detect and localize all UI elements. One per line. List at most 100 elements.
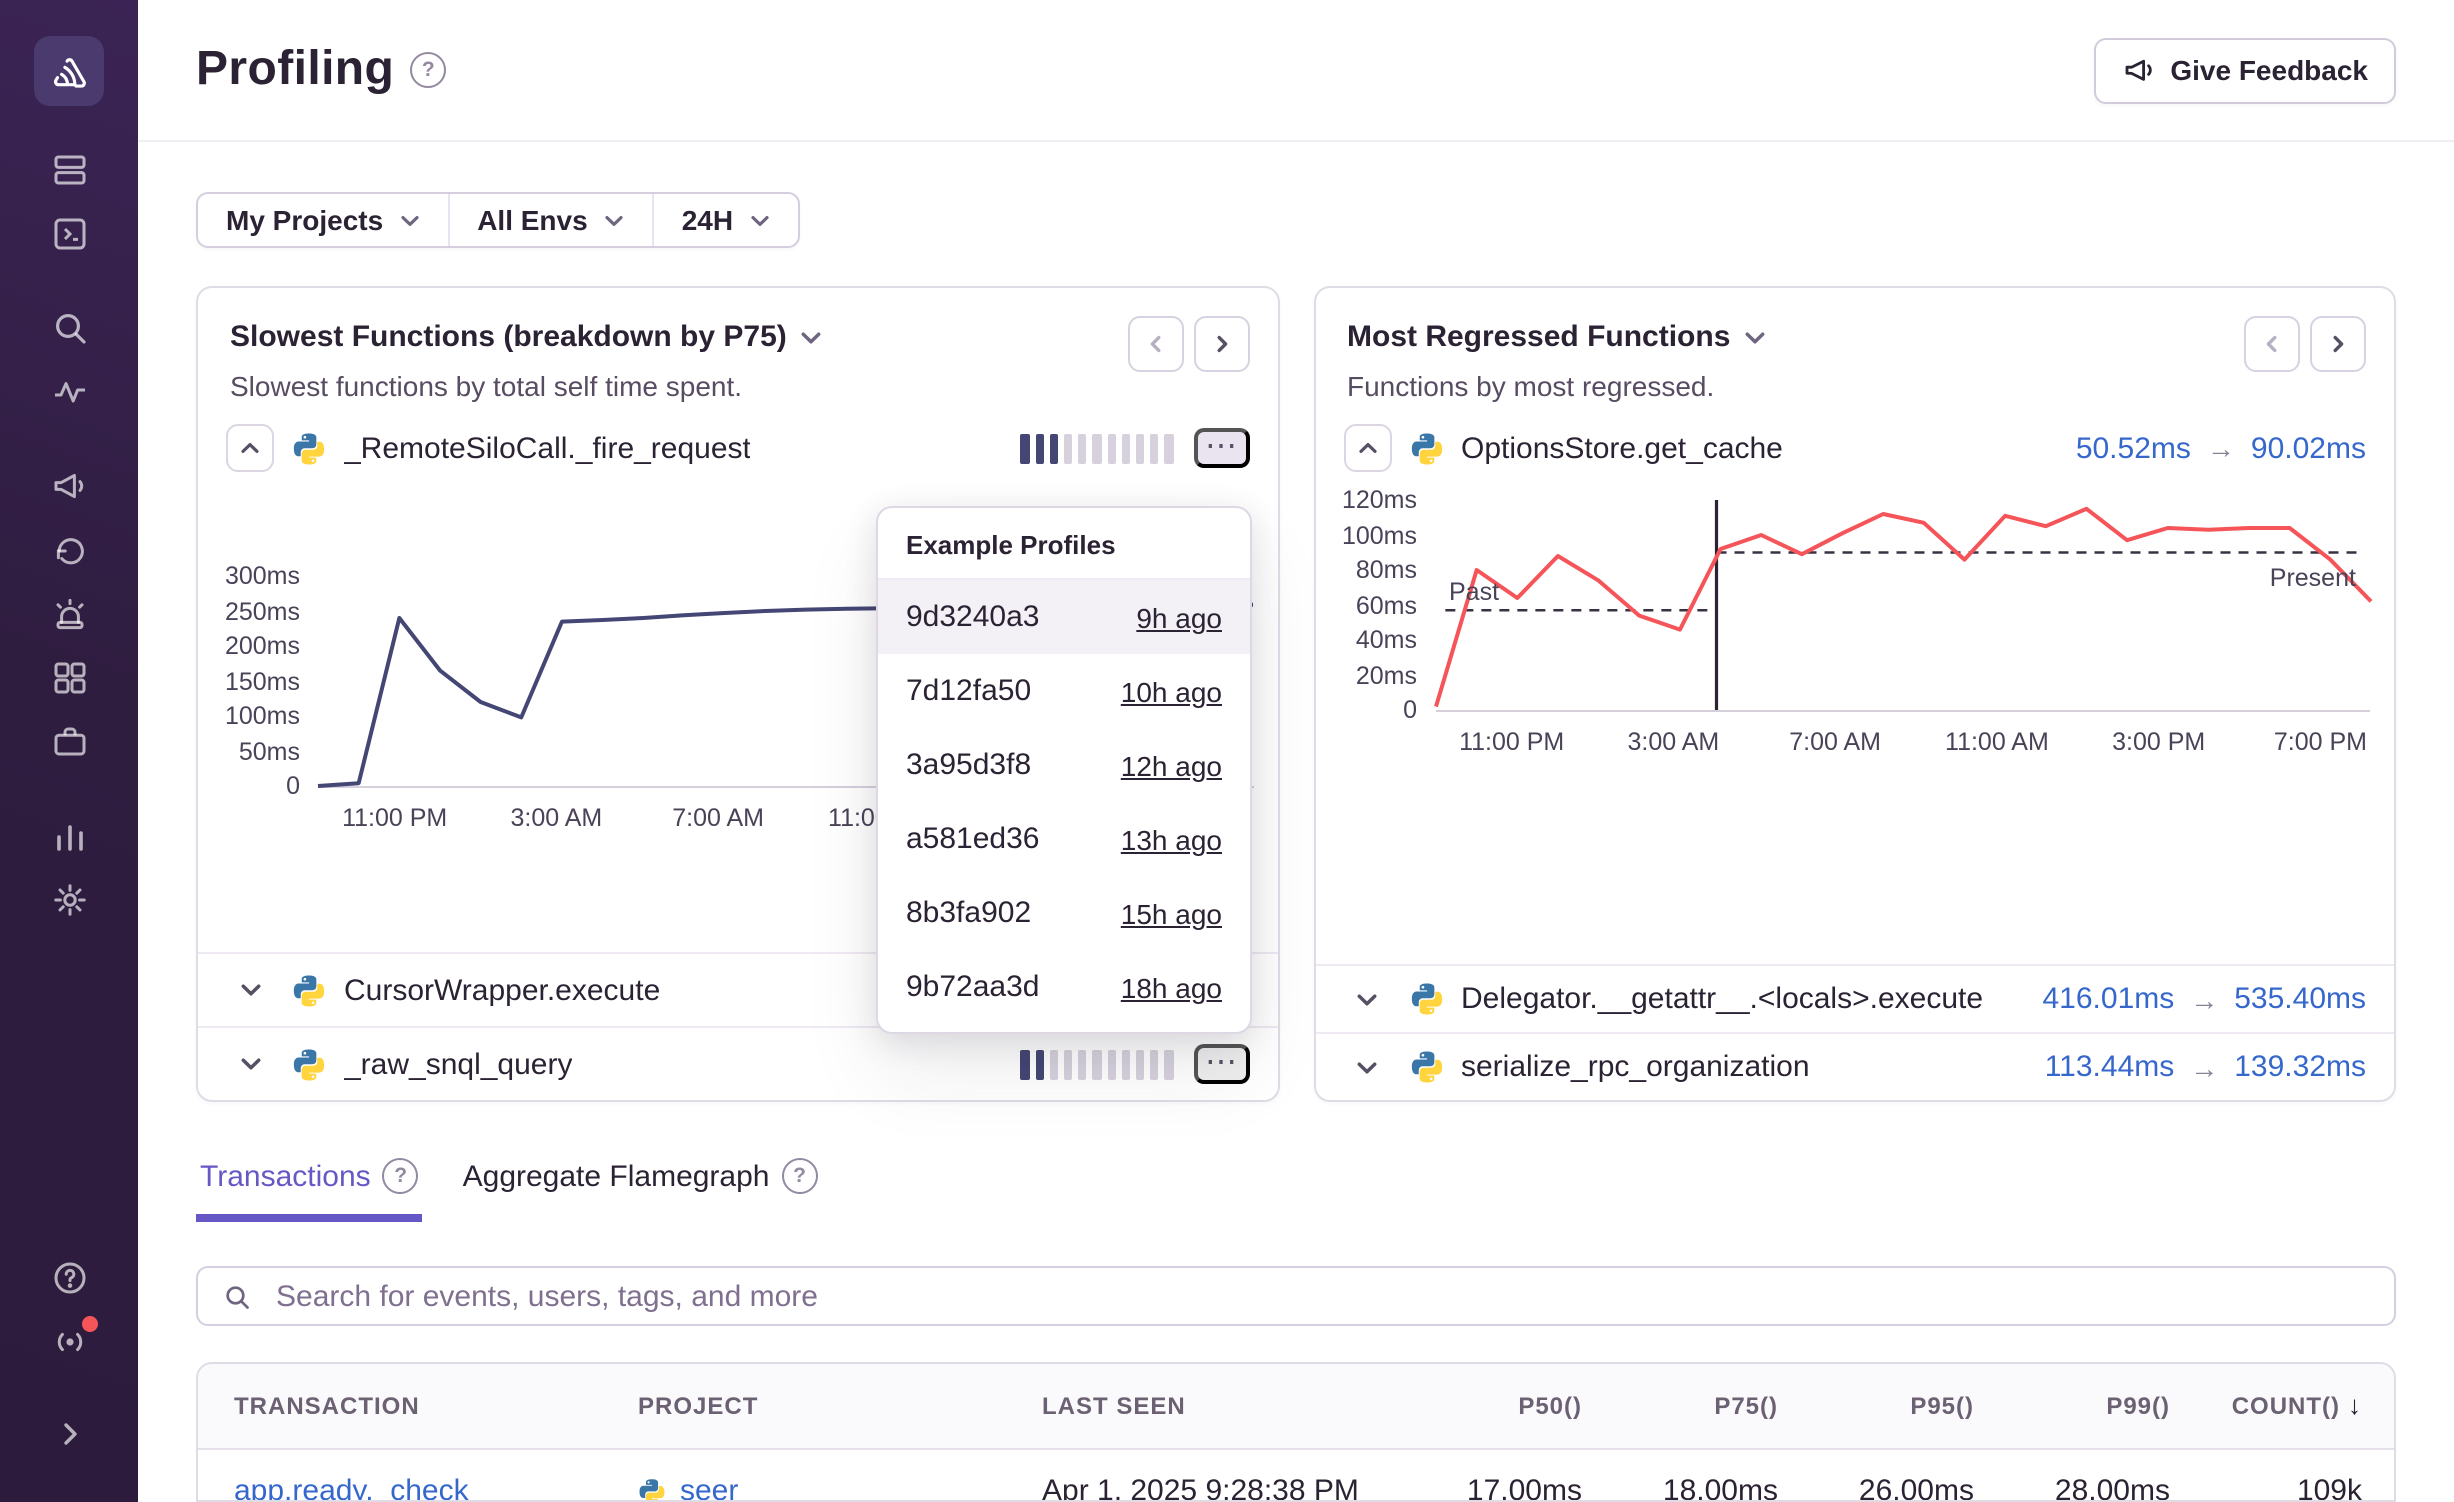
profile-id: 8b3fa902 [906, 897, 1031, 931]
chevron-down-icon [749, 213, 769, 227]
expand-row-button[interactable] [1343, 992, 1391, 1008]
notification-dot [81, 1316, 97, 1332]
function-name[interactable]: _raw_snql_query [344, 1048, 573, 1082]
feedback-icon[interactable] [49, 466, 89, 506]
profile-menu-item[interactable]: 7d12fa50 10h ago [878, 655, 1250, 729]
after-duration-link[interactable]: 90.02ms [2251, 432, 2366, 466]
card-title[interactable]: Slowest Functions (breakdown by P75) [230, 321, 787, 355]
card-title[interactable]: Most Regressed Functions [1347, 321, 1730, 355]
explore-icon[interactable] [49, 214, 89, 254]
expand-row-button[interactable] [1343, 1060, 1391, 1076]
next-page-button[interactable] [2310, 317, 2366, 373]
profile-menu-item[interactable]: a581ed36 13h ago [878, 803, 1250, 877]
profile-age-link[interactable]: 9h ago [1136, 602, 1222, 634]
python-icon [1409, 1051, 1443, 1085]
environments-filter-label: All Envs [477, 204, 588, 236]
row-actions-button[interactable] [1193, 429, 1249, 469]
column-header-count[interactable]: COUNT() [2170, 1391, 2394, 1421]
settings-icon[interactable] [49, 880, 89, 920]
column-header-p99[interactable]: P99() [1974, 1392, 2170, 1420]
collapse-row-button[interactable] [226, 425, 274, 473]
profile-age-link[interactable]: 15h ago [1121, 898, 1222, 930]
profile-age-link[interactable]: 18h ago [1121, 972, 1222, 1004]
prev-page-button[interactable] [1127, 317, 1183, 373]
project-cell[interactable]: seer [602, 1475, 1006, 1502]
table-row: app.ready._check seer Apr 1, 2025 9:28:3… [198, 1450, 2394, 1502]
column-header-p95[interactable]: P95() [1778, 1392, 1974, 1420]
project-link[interactable]: seer [680, 1475, 738, 1502]
p95-cell: 26.00ms [1778, 1475, 1974, 1502]
card-subtitle: Functions by most regressed. [1347, 371, 2362, 403]
expand-row-button[interactable] [226, 983, 274, 999]
after-duration-link[interactable]: 535.40ms [2234, 983, 2366, 1017]
stats-icon[interactable] [49, 816, 89, 856]
time-range-filter[interactable]: 24H [652, 194, 797, 247]
profile-age-link[interactable]: 12h ago [1121, 750, 1222, 782]
function-name[interactable]: Delegator.__getattr__.<locals>.execute [1461, 983, 1983, 1017]
count-cell: 109k [2170, 1475, 2394, 1502]
y-axis-labels: 120ms100ms80ms60ms40ms20ms0 [1331, 501, 1435, 711]
projects-icon[interactable] [49, 722, 89, 762]
next-page-button[interactable] [1193, 317, 1249, 373]
regression-delta: 50.52ms 90.02ms [2076, 432, 2366, 466]
chart-plot: PastPresent [1435, 501, 2370, 713]
projects-filter[interactable]: My Projects [198, 194, 447, 247]
flamegraph-help-icon[interactable] [782, 1159, 818, 1195]
function-row: _raw_snql_query [198, 1027, 1277, 1101]
profile-age-link[interactable]: 10h ago [1121, 676, 1222, 708]
function-name[interactable]: OptionsStore.get_cache [1461, 432, 1783, 466]
profile-age-link[interactable]: 13h ago [1121, 824, 1222, 856]
tab-bar: Transactions Aggregate Flamegraph [196, 1159, 2396, 1223]
regression-delta: 113.44ms 139.32ms [2045, 1051, 2366, 1085]
before-duration-link[interactable]: 416.01ms [2043, 983, 2175, 1017]
function-name[interactable]: CursorWrapper.execute [344, 974, 660, 1008]
transactions-help-icon[interactable] [383, 1159, 419, 1195]
row-actions-button[interactable] [1193, 1045, 1249, 1085]
before-duration-link[interactable]: 113.44ms [2045, 1051, 2175, 1085]
arrow-right-icon [2190, 984, 2218, 1016]
tab-aggregate-flamegraph[interactable]: Aggregate Flamegraph [459, 1159, 822, 1223]
profile-id: 9b72aa3d [906, 971, 1040, 1005]
help-icon[interactable] [49, 1258, 89, 1298]
tab-transactions[interactable]: Transactions [196, 1159, 423, 1223]
profile-menu-item[interactable]: 9d3240a3 9h ago [878, 581, 1250, 655]
transaction-link[interactable]: app.ready._check [234, 1475, 469, 1502]
slowest-functions-card: Slowest Functions (breakdown by P75) Slo… [196, 287, 1279, 1103]
before-duration-link[interactable]: 50.52ms [2076, 432, 2191, 466]
replays-icon[interactable] [49, 530, 89, 570]
profiling-help-icon[interactable] [410, 52, 446, 88]
profile-sparkline [1021, 1050, 1173, 1080]
function-row: Delegator.__getattr__.<locals>.execute 4… [1315, 965, 2394, 1033]
page-title: Profiling [196, 42, 394, 98]
transaction-cell[interactable]: app.ready._check [198, 1475, 602, 1502]
example-profiles-dropdown: Example Profiles 9d3240a3 9h ago 7d12fa5… [876, 507, 1252, 1035]
column-header-p50[interactable]: P50() [1386, 1392, 1582, 1420]
function-name[interactable]: serialize_rpc_organization [1461, 1051, 1810, 1085]
column-header-last-seen: LAST SEEN [1006, 1392, 1386, 1420]
traces-icon[interactable] [49, 372, 89, 412]
give-feedback-label: Give Feedback [2170, 54, 2368, 86]
collapse-row-button[interactable] [1343, 425, 1391, 473]
whats-new-icon[interactable] [49, 1322, 89, 1362]
alerts-icon[interactable] [49, 594, 89, 634]
sentry-logo[interactable] [34, 36, 104, 106]
profile-menu-item[interactable]: 8b3fa902 15h ago [878, 877, 1250, 951]
profile-menu-item[interactable]: 3a95d3f8 12h ago [878, 729, 1250, 803]
after-duration-link[interactable]: 139.32ms [2234, 1051, 2366, 1085]
column-header-p75[interactable]: P75() [1582, 1392, 1778, 1420]
prev-page-button[interactable] [2244, 317, 2300, 373]
give-feedback-button[interactable]: Give Feedback [2094, 37, 2396, 103]
search-icon[interactable] [49, 308, 89, 348]
most-regressed-card: Most Regressed Functions Functions by mo… [1313, 287, 2396, 1103]
search-input[interactable] [272, 1277, 2370, 1315]
function-name[interactable]: _RemoteSiloCall._fire_request [344, 432, 751, 466]
sidebar-expand-icon[interactable] [49, 1414, 89, 1454]
environments-filter[interactable]: All Envs [447, 194, 652, 247]
issues-icon[interactable] [49, 150, 89, 190]
profile-menu-item[interactable]: 9b72aa3d 18h ago [878, 951, 1250, 1025]
search-bar [196, 1267, 2396, 1326]
expand-row-button[interactable] [226, 1057, 274, 1073]
dashboards-icon[interactable] [49, 658, 89, 698]
chart-annotation: Present [2270, 563, 2356, 591]
chevron-down-icon [1744, 330, 1766, 346]
